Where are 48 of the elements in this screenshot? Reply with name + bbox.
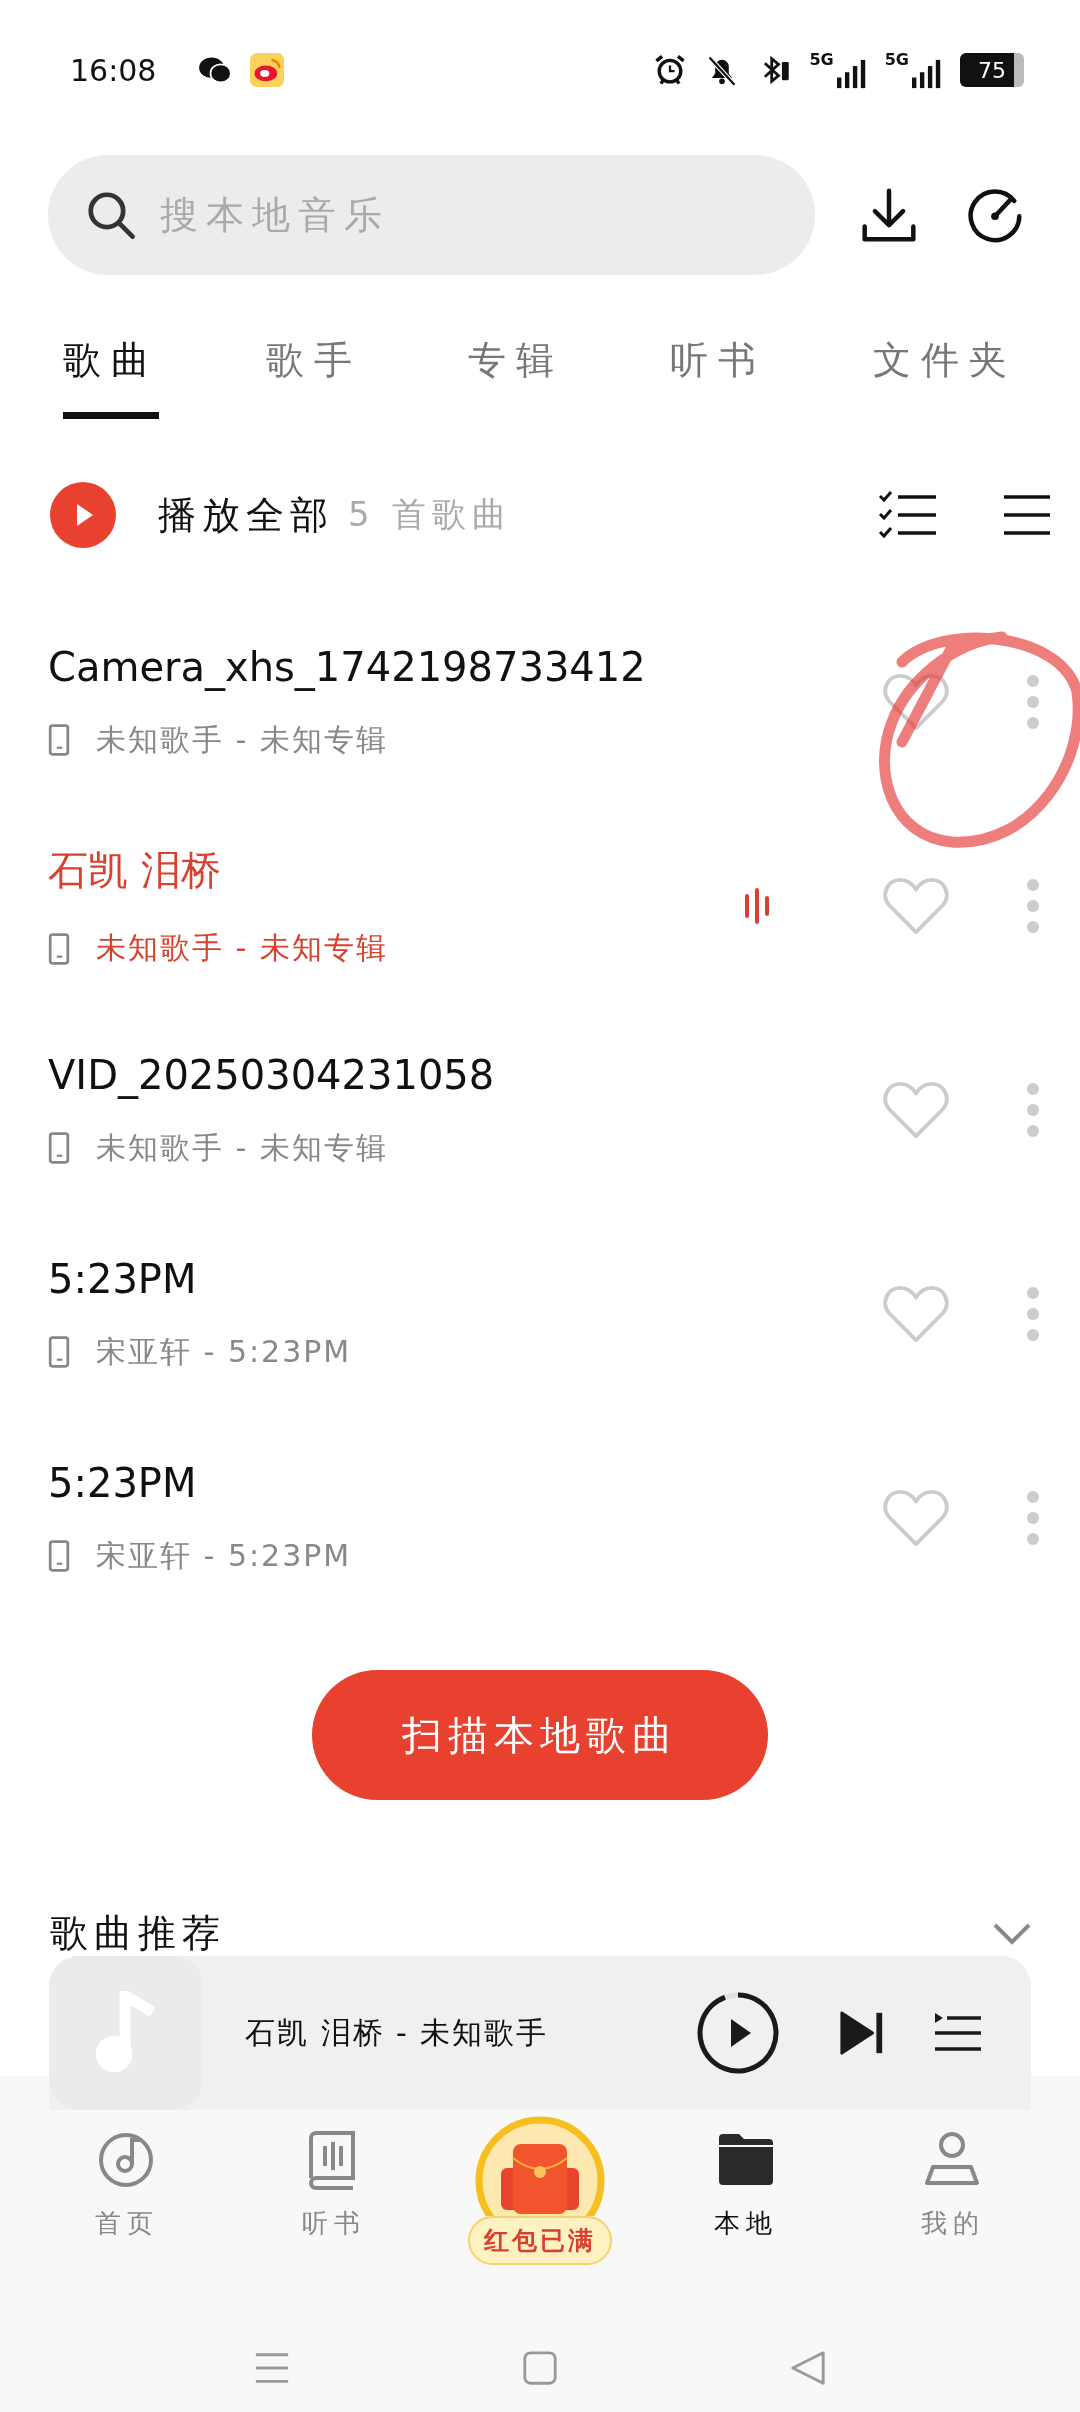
song-title: 5:23PM — [48, 1255, 198, 1302]
mini-player[interactable]: 石凯 泪桥 - 未知歌手 — [49, 1956, 1031, 2110]
song-title: 石凯 泪桥 — [48, 846, 222, 895]
section-title: 歌曲推荐 — [50, 1910, 226, 1957]
clock-time: 16:08 — [70, 52, 157, 88]
cell-signal: 5G — [884, 50, 942, 90]
song-title: 5:23PM — [48, 1459, 198, 1506]
tab[interactable]: 歌曲 — [63, 311, 160, 419]
nav-label[interactable]: 我的 — [920, 2206, 985, 2241]
song-artist-album: 未知歌手 - 未知专辑 — [96, 1128, 388, 1167]
heart-icon[interactable] — [882, 672, 950, 732]
phone-icon — [48, 1539, 70, 1573]
song-artist-album: 宋亚轩 - 5:23PM — [96, 1536, 352, 1575]
tab[interactable]: 专辑 — [467, 311, 564, 419]
song-row[interactable]: Camera_xhs_1742198733412 未知歌手 - 未知专辑 — [0, 600, 1080, 804]
back-key-icon[interactable] — [789, 2348, 827, 2387]
menu-icon[interactable] — [1002, 493, 1052, 537]
nav-label[interactable]: 首页 — [95, 2206, 160, 2241]
equalizer-icon — [742, 888, 772, 924]
search-bar[interactable]: 搜本地音乐 — [48, 155, 815, 275]
play-all-label[interactable]: 播放全部 — [158, 489, 334, 541]
song-artist-album: 未知歌手 - 未知专辑 — [96, 720, 388, 759]
tab[interactable]: 文件夹 — [872, 311, 1017, 419]
song-artist-album: 未知歌手 - 未知专辑 — [96, 929, 388, 967]
song-title: VID_20250304231058 — [48, 1051, 496, 1098]
play-button[interactable] — [695, 1990, 781, 2076]
home-key-icon[interactable] — [521, 2348, 559, 2387]
eye-logo-icon — [250, 53, 285, 87]
now-playing-text: 石凯 泪桥 - 未知歌手 — [244, 2013, 550, 2052]
scan-button[interactable]: 扫描本地歌曲 — [312, 1670, 768, 1800]
reward-badge[interactable]: 红包已满 — [468, 2216, 612, 2265]
song-artist-album: 宋亚轩 - 5:23PM — [96, 1332, 352, 1371]
song-title: Camera_xhs_1742198733412 — [48, 643, 647, 690]
phone-icon — [48, 1131, 70, 1165]
nav-label[interactable]: 本地 — [714, 2206, 779, 2241]
phone-icon — [48, 1335, 70, 1369]
tab[interactable]: 听书 — [670, 311, 767, 419]
search-field[interactable]: 搜本地音乐 — [158, 192, 662, 238]
chevron-down-icon[interactable] — [992, 1921, 1032, 1946]
cell-signal: 5G — [809, 50, 867, 90]
play-circle-icon[interactable] — [50, 482, 116, 548]
nav-label[interactable]: 听书 — [301, 2206, 366, 2241]
phone-icon — [48, 931, 70, 966]
song-count: 5 首歌曲 — [348, 493, 513, 536]
tab[interactable]: 歌手 — [265, 311, 362, 419]
battery: 75 — [960, 53, 1024, 87]
alarm-icon — [653, 53, 688, 87]
phone-icon — [48, 723, 70, 757]
